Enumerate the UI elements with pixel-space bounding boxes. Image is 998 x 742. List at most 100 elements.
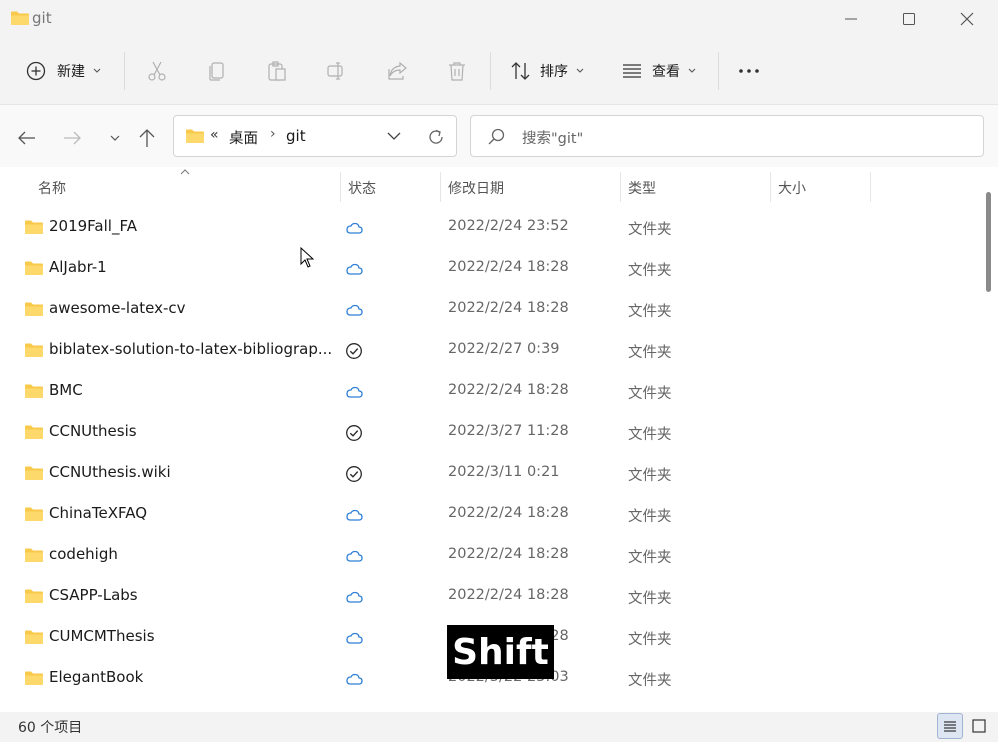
breadcrumb-overflow[interactable]: « [210,127,219,143]
share-icon[interactable] [386,60,408,82]
close-icon [960,12,974,26]
file-type: 文件夹 [628,509,672,525]
details-view-icon [944,721,956,732]
details-view-button[interactable] [937,713,963,739]
file-name[interactable]: ElegantBook [49,668,143,686]
sync-status [345,588,363,607]
file-type: 文件夹 [628,468,672,484]
file-row[interactable]: awesome-latex-cv 2022/2/24 18:28 文件夹 [0,289,975,330]
file-row[interactable]: CSAPP-Labs 2022/2/24 18:28 文件夹 [0,576,975,617]
file-row[interactable]: biblatex-solution-to-latex-bibliograp...… [0,330,975,371]
sync-status [345,547,363,566]
file-row[interactable]: ChinaTeXFAQ 2022/2/24 18:28 文件夹 [0,494,975,535]
file-type: 文件夹 [628,550,672,566]
file-name[interactable]: CSAPP-Labs [49,586,138,604]
sync-status [345,301,363,320]
column-divider[interactable] [770,172,771,202]
folder-icon [25,548,43,562]
minimize-button[interactable] [822,0,880,38]
sort-button[interactable]: 排序 [510,54,584,88]
sync-status [345,629,363,648]
refresh-icon[interactable] [426,127,446,147]
folder-icon [25,302,43,316]
file-name[interactable]: CUMCMThesis [49,627,155,645]
up-arrow-icon[interactable] [136,127,158,149]
plus-circle-icon [26,61,46,81]
column-divider[interactable] [620,172,621,202]
cloud-sync-icon [346,550,363,562]
cloud-sync-icon [346,304,363,316]
file-name[interactable]: BMC [49,381,83,399]
back-arrow-icon[interactable] [16,127,38,149]
folder-icon [25,384,43,398]
sync-status [345,342,363,364]
folder-icon [25,220,43,234]
cloud-sync-icon [346,591,363,603]
file-row[interactable]: CCNUthesis 2022/3/27 11:28 文件夹 [0,412,975,453]
close-button[interactable] [938,0,996,38]
folder-icon [25,630,43,644]
breadcrumb-git[interactable]: git [286,127,306,145]
column-divider[interactable] [870,172,871,202]
view-button[interactable]: 查看 [621,54,696,88]
search-box[interactable]: 搜索"git" [470,115,984,157]
available-offline-check-icon [346,343,362,359]
copy-icon[interactable] [206,60,228,82]
chevron-down-icon [576,68,584,73]
column-header-type[interactable]: 类型 [628,178,656,198]
title-bar: git [0,0,998,38]
recent-locations-chevron-icon[interactable] [104,127,126,149]
file-name[interactable]: codehigh [49,545,118,563]
sort-ascending-caret-icon [180,169,190,175]
more-options-icon[interactable] [738,60,760,82]
forward-arrow-icon[interactable] [61,127,83,149]
view-button-label: 查看 [652,64,680,80]
file-name[interactable]: AlJabr-1 [49,258,107,276]
column-header-modified[interactable]: 修改日期 [448,178,504,198]
file-type: 文件夹 [628,673,672,689]
file-name[interactable]: 2019Fall_FA [49,217,137,235]
file-name[interactable]: awesome-latex-cv [49,299,186,317]
rename-icon[interactable] [326,60,348,82]
delete-icon[interactable] [446,60,468,82]
sync-status [345,465,363,487]
folder-icon [25,466,43,480]
column-divider[interactable] [340,172,341,202]
column-header-size[interactable]: 大小 [778,178,806,198]
mouse-cursor-icon [300,247,314,268]
file-type: 文件夹 [628,632,672,648]
toolbar-divider [718,52,719,90]
file-name[interactable]: ChinaTeXFAQ [49,504,147,522]
file-row[interactable]: CCNUthesis.wiki 2022/3/11 0:21 文件夹 [0,453,975,494]
file-row[interactable]: codehigh 2022/2/24 18:28 文件夹 [0,535,975,576]
file-type: 文件夹 [628,222,672,238]
cloud-sync-icon [346,222,363,234]
scrollbar-thumb[interactable] [986,192,991,292]
file-row[interactable]: BMC 2022/2/24 18:28 文件夹 [0,371,975,412]
modified-date: 2022/2/27 0:39 [448,341,560,357]
folder-icon [25,671,43,685]
sync-status [345,219,363,238]
file-name[interactable]: biblatex-solution-to-latex-bibliograp... [49,340,332,358]
sort-button-label: 排序 [540,64,568,80]
chevron-down-icon [93,68,101,73]
maximize-button[interactable] [880,0,938,38]
available-offline-check-icon [346,425,362,441]
file-name[interactable]: CCNUthesis [49,422,137,440]
folder-icon [25,589,43,603]
column-divider[interactable] [440,172,441,202]
column-header-status[interactable]: 状态 [348,178,376,198]
file-row[interactable]: 2019Fall_FA 2022/2/24 23:52 文件夹 [0,207,975,248]
new-button[interactable]: 新建 [26,54,101,88]
cut-icon[interactable] [146,60,168,82]
address-dropdown-chevron-icon[interactable] [387,131,401,141]
address-bar[interactable]: « 桌面 › git [173,115,457,157]
column-header-name[interactable]: 名称 [38,178,66,198]
command-bar: 新建 排序 查看 [0,40,998,105]
file-row[interactable]: AlJabr-1 2022/2/24 18:28 文件夹 [0,248,975,289]
modified-date: 2022/2/24 18:28 [448,505,569,521]
paste-icon[interactable] [266,60,288,82]
breadcrumb-desktop[interactable]: 桌面 [229,127,258,148]
large-icons-view-button[interactable] [966,713,992,739]
file-name[interactable]: CCNUthesis.wiki [49,463,171,481]
